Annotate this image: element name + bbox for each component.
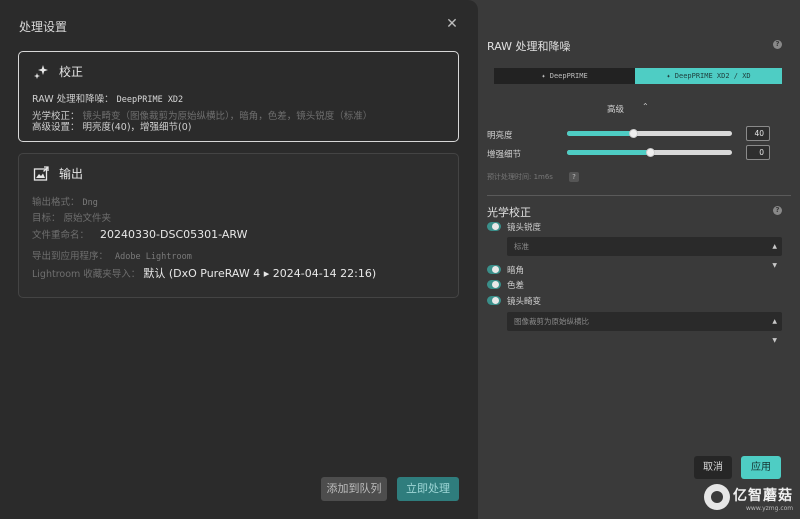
chromatic-label: 色差 (507, 281, 525, 291)
correction-title: 校正 (59, 65, 84, 79)
deepprime-xd2-option[interactable]: ✦ DeepPRIME XD2 / XD (635, 68, 782, 84)
chevron-up-icon[interactable]: ⌃ (642, 102, 649, 111)
output-format-line: 输出格式： Dng (32, 197, 98, 208)
watermark-url: www.yzmg.com (746, 505, 794, 512)
luminance-thumb[interactable] (629, 129, 638, 138)
luminance-slider[interactable] (567, 129, 732, 138)
estimate-help-icon[interactable]: ? (569, 172, 579, 182)
distortion-toggle[interactable] (487, 296, 501, 305)
detail-slider[interactable] (567, 148, 732, 157)
distortion-label: 镜头畸变 (507, 297, 542, 307)
correction-card: 校正 RAW 处理和降噪： DeepPRIME XD2 光学校正： 镜头畸变（图… (18, 51, 459, 142)
vignetting-toggle[interactable] (487, 265, 501, 274)
watermark-logo-icon (704, 484, 730, 510)
detail-thumb[interactable] (645, 148, 655, 157)
sparkle-icon (34, 64, 48, 79)
output-title: 输出 (59, 167, 84, 181)
sharpness-select[interactable]: 标准 ▲ ▼ (507, 237, 782, 269)
cancel-button[interactable]: 取消 (694, 456, 732, 479)
luminance-label: 明亮度 (487, 131, 513, 141)
image-export-icon (33, 165, 49, 181)
raw-panel-title: RAW 处理和降噪 (487, 40, 571, 53)
dialog-title: 处理设置 (19, 20, 68, 34)
help-icon[interactable]: ? (773, 40, 782, 49)
add-to-queue-button[interactable]: 添加到队列 (321, 477, 387, 501)
process-now-button[interactable]: 立即处理 (397, 477, 459, 501)
export-app-line: 导出到应用程序： Adobe Lightroom (32, 251, 192, 262)
lightroom-import-line: Lightroom 收藏夹导入： 默认 (DxO PureRAW 4 ▸ 202… (32, 267, 377, 280)
luminance-fill (567, 131, 633, 136)
output-card: 输出 输出格式： Dng 目标： 原始文件夹 文件重命名： 20240330-D… (18, 153, 459, 298)
close-icon[interactable]: ✕ (444, 16, 460, 32)
sharpness-toggle[interactable] (487, 222, 501, 231)
divider (487, 195, 791, 196)
advanced-toggle[interactable]: 高级 (607, 103, 624, 115)
luminance-value[interactable]: 40 (746, 126, 770, 141)
detail-fill (567, 150, 650, 155)
advanced-settings-line: 高级设置： 明亮度(40)，增强细节(0) (32, 122, 192, 133)
watermark: 亿智蘑菇 www.yzmg.com (704, 484, 800, 519)
chevron-updown-icon: ▲ ▼ (772, 243, 777, 269)
processing-settings-dialog: 处理设置 ✕ 校正 RAW 处理和降噪： DeepPRIME XD2 光学校正：… (0, 0, 478, 519)
sharpness-label: 镜头锐度 (507, 223, 542, 233)
app-window: 处理设置 ✕ 校正 RAW 处理和降噪： DeepPRIME XD2 光学校正：… (0, 0, 800, 519)
denoise-mode-toggle: ✦ DeepPRIME ✦ DeepPRIME XD2 / XD (494, 68, 782, 84)
target-line: 目标： 原始文件夹 (32, 213, 112, 224)
chevron-updown-icon: ▲ ▼ (772, 318, 777, 344)
estimated-time: 预计处理时间: 1m6s (487, 173, 553, 181)
distortion-select[interactable]: 图像裁剪为原始纵横比 ▲ ▼ (507, 312, 782, 344)
optical-correction-title: 光学校正 (487, 206, 531, 219)
deepprime-option[interactable]: ✦ DeepPRIME (494, 68, 635, 84)
settings-panel: RAW 处理和降噪 ? ✦ DeepPRIME ✦ DeepPRIME XD2 … (478, 0, 800, 519)
optical-help-icon[interactable]: ? (773, 206, 782, 215)
chromatic-toggle[interactable] (487, 280, 501, 289)
watermark-brand: 亿智蘑菇 (733, 488, 793, 504)
rename-line: 文件重命名： 20240330-DSC05301-ARW (32, 228, 248, 241)
raw-processing-line: RAW 处理和降噪： DeepPRIME XD2 (32, 94, 184, 105)
vignetting-label: 暗角 (507, 266, 525, 276)
detail-label: 增强细节 (487, 150, 522, 160)
apply-button[interactable]: 应用 (741, 456, 781, 479)
detail-value[interactable]: 0 (746, 145, 770, 160)
